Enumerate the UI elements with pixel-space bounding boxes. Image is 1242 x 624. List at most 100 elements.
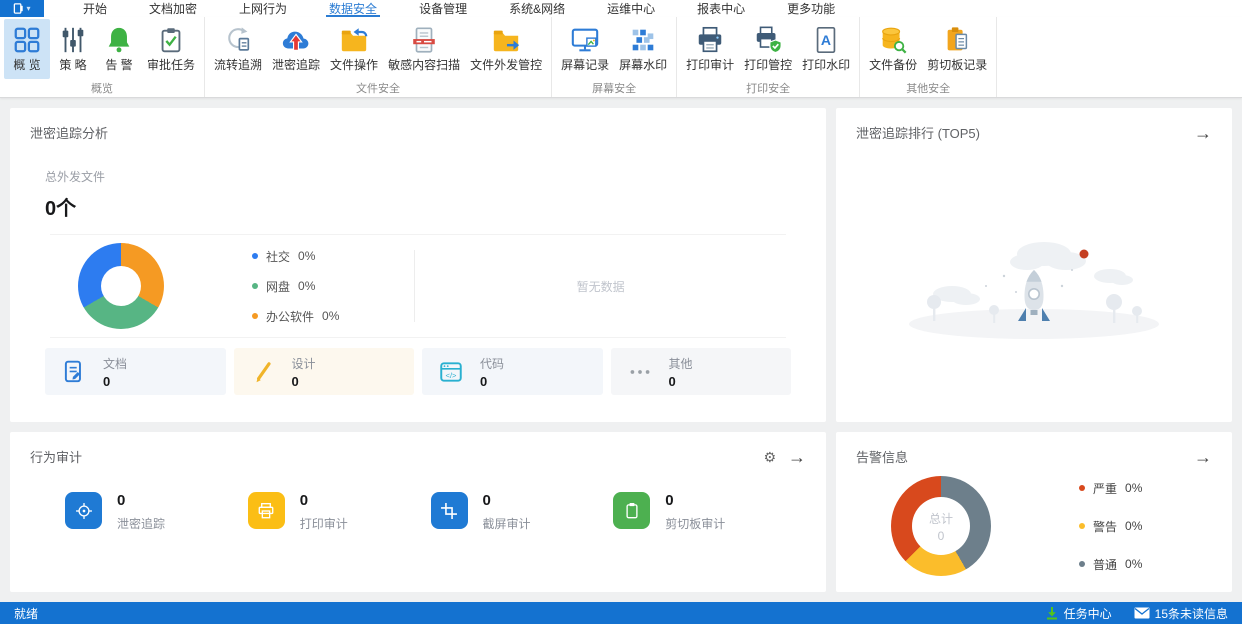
alert-donut-chart: 总计 0 [891, 476, 991, 576]
legend-item: 社交 0% [252, 248, 339, 265]
ribbon-button-print-audit[interactable]: 打印审计 [681, 19, 739, 79]
legend-dot [252, 313, 258, 319]
ribbon-button-alert[interactable]: 告 警 [96, 19, 142, 79]
page-title: 泄密追踪分析 [30, 126, 109, 141]
card-label: 其他 [668, 356, 693, 371]
dashboard-content: 泄密追踪分析 总外发文件 0个 社交 0% 网盘 0% 办公软件 0% 暂无数据… [0, 98, 1242, 602]
category-donut-chart [78, 243, 164, 329]
chevron-down-icon: ▾ [26, 3, 31, 13]
audit-label: 截屏审计 [482, 517, 531, 531]
donut-center-label: 总计 [928, 511, 953, 526]
menu-tab-home[interactable]: 开始 [62, 0, 128, 17]
menu-tab-doc-encryption[interactable]: 文档加密 [128, 0, 218, 17]
arrow-right-icon[interactable]: → [1194, 124, 1212, 142]
audit-label: 泄密追踪 [117, 517, 166, 531]
task-center-button[interactable]: 任务中心 [1045, 605, 1112, 622]
card-other[interactable]: 其他 0 [610, 348, 791, 395]
ribbon-button-approval-tasks[interactable]: 审批任务 [142, 19, 200, 79]
ribbon-button-file-backup[interactable]: 文件备份 [864, 19, 922, 79]
total-label: 总外发文件 [45, 170, 106, 184]
approval-clipboard-icon [156, 25, 186, 55]
ribbon-button-overview[interactable]: 概 览 [4, 19, 50, 79]
ribbon-button-file-operations[interactable]: 文件操作 [325, 19, 383, 79]
menu-tab-system-network[interactable]: 系统&网络 [488, 0, 586, 17]
category-chart-section: 社交 0% 网盘 0% 办公软件 0% 暂无数据 [50, 234, 786, 338]
ribbon-button-screen-record[interactable]: 屏幕记录 [556, 19, 614, 79]
card-documents[interactable]: 文档 0 [45, 348, 226, 395]
arrow-right-icon[interactable]: → [788, 448, 806, 466]
ribbon-button-label: 文件操作 [330, 58, 379, 72]
ribbon-button-policy[interactable]: 策 略 [50, 19, 96, 79]
file-backup-icon [878, 25, 908, 55]
ribbon-button-label: 打印水印 [802, 58, 851, 72]
ribbon-button-flow-trace[interactable]: 流转追溯 [209, 19, 267, 79]
ribbon-button-leak-trace[interactable]: 泄密追踪 [267, 19, 325, 79]
screen-watermark-icon [628, 25, 658, 55]
panel-leak-trace-analysis: 泄密追踪分析 总外发文件 0个 社交 0% 网盘 0% 办公软件 0% 暂无数据… [10, 108, 826, 422]
target-icon [65, 492, 102, 529]
ribbon-button-label: 泄密追踪 [272, 58, 321, 72]
legend-value: 0% [1125, 557, 1143, 571]
audit-label: 剪切板审计 [665, 517, 726, 531]
menu-tab-internet-behavior[interactable]: 上网行为 [218, 0, 308, 17]
ribbon-button-print-control[interactable]: 打印管控 [739, 19, 797, 79]
alert-legend: 严重 0% 警告 0% 普通 0% [1079, 480, 1142, 573]
audit-item-clipboard-audit[interactable]: 0 剪切板审计 [613, 492, 796, 532]
card-label: 代码 [480, 356, 505, 371]
card-label: 文档 [103, 356, 128, 371]
crop-icon [430, 492, 468, 529]
audit-value: 0 [299, 492, 309, 509]
status-bar: 就绪 任务中心 15条未读信息 [0, 602, 1242, 624]
ribbon-button-print-watermark[interactable]: A 打印水印 [797, 19, 855, 79]
ribbon-group-label: 概览 [91, 83, 113, 95]
audit-value: 0 [482, 492, 491, 509]
ribbon-group-screen-security: 屏幕记录 屏幕水印 屏幕安全 [552, 17, 678, 97]
panel-title: 泄密追踪排行 (TOP5) [856, 126, 980, 141]
arrow-right-icon[interactable]: → [1194, 448, 1212, 466]
unread-messages-button[interactable]: 15条未读信息 [1134, 605, 1228, 622]
printer-icon [247, 492, 285, 529]
download-icon [1046, 607, 1057, 620]
audit-item-leak-trace[interactable]: 0 泄密追踪 [65, 492, 248, 532]
ribbon-button-label: 屏幕记录 [561, 58, 610, 72]
app-window-icon [14, 3, 24, 14]
ribbon-button-label: 告 警 [105, 58, 133, 72]
audit-label: 打印审计 [299, 517, 348, 531]
menu-tab-more-features[interactable]: 更多功能 [766, 0, 856, 17]
policy-sliders-icon [58, 25, 88, 55]
flow-trace-icon [223, 25, 253, 55]
ribbon-button-sensitive-scan[interactable]: 敏感内容扫描 [383, 19, 465, 79]
ribbon-group-label: 文件安全 [356, 83, 401, 95]
total-outgoing-files: 总外发文件 0个 [45, 168, 826, 221]
code-card-icon: </> [440, 361, 462, 382]
gear-icon[interactable]: ⚙ [763, 450, 776, 464]
legend-value: 0% [1125, 481, 1143, 495]
legend-value: 0% [298, 249, 316, 263]
print-control-icon [753, 25, 783, 55]
panel-alert-info: 告警信息 → 总计 0 严重 0% 警告 0% 普通 0% [836, 432, 1232, 592]
legend-dot [1079, 485, 1085, 491]
card-label: 设计 [291, 356, 316, 371]
menu-tab-data-security[interactable]: 数据安全 [308, 0, 398, 17]
legend-value: 0% [298, 279, 316, 293]
screen-record-icon [570, 25, 600, 55]
task-center-label: 任务中心 [1063, 606, 1112, 621]
menu-tab-ops-center[interactable]: 运维中心 [586, 0, 676, 17]
alert-bell-icon [104, 25, 134, 55]
ribbon-button-clipboard-record[interactable]: 剪切板记录 [922, 19, 992, 79]
menu-tab-device-mgmt[interactable]: 设备管理 [398, 0, 488, 17]
panel-behavior-audit: 行为审计 ⚙ → 0 泄密追踪 0 打印审计 0 截屏审计 0 剪切板审计 [10, 432, 826, 592]
ribbon-button-file-outgoing-control[interactable]: 文件外发管控 [465, 19, 547, 79]
ribbon-button-screen-watermark[interactable]: 屏幕水印 [614, 19, 672, 79]
design-pencil-icon [256, 361, 271, 382]
legend-label: 网盘 [266, 279, 291, 294]
app-menu-button[interactable]: ▾ [0, 0, 44, 17]
legend-label: 严重 [1093, 481, 1118, 496]
menu-tab-report-center[interactable]: 报表中心 [676, 0, 766, 17]
audit-item-screenshot-audit[interactable]: 0 截屏审计 [430, 492, 614, 532]
card-value: 0 [291, 373, 299, 389]
menu-bar: ▾ 开始 文档加密 上网行为 数据安全 设备管理 系统&网络 运维中心 报表中心… [0, 0, 1242, 17]
card-design[interactable]: 设计 0 [233, 348, 414, 395]
card-code[interactable]: </> 代码 0 [422, 348, 603, 395]
audit-item-print-audit[interactable]: 0 打印审计 [247, 492, 431, 532]
